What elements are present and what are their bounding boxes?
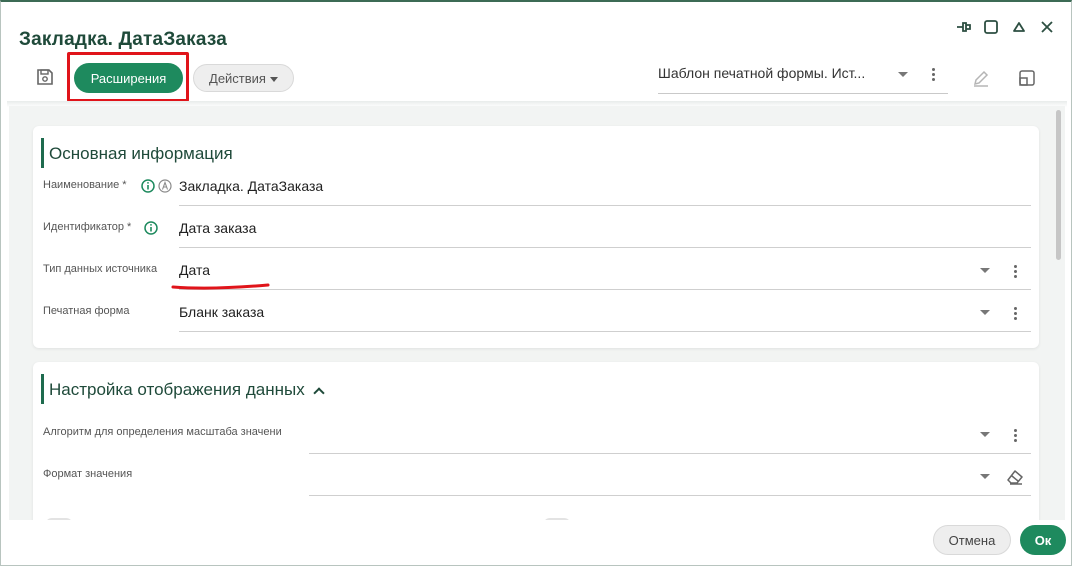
chevron-down-icon <box>269 76 278 82</box>
dialog-window: Закладка. ДатаЗаказа Расширения Действия… <box>0 0 1072 566</box>
print-template-value: Шаблон печатной формы. Ист... <box>658 65 866 81</box>
scale-algorithm-select[interactable] <box>309 416 1031 454</box>
dropdown-arrow-icon[interactable] <box>898 72 908 77</box>
more-menu-icon[interactable] <box>1010 263 1020 279</box>
field-label-name: Наименование * <box>43 179 127 191</box>
info-icon[interactable] <box>144 221 158 235</box>
collapse-icon[interactable] <box>1008 16 1030 38</box>
print-form-select[interactable]: Бланк заказа <box>179 294 1031 332</box>
actions-button-label: Действия <box>209 70 266 86</box>
form-content[interactable]: Основная информация Наименование * Заклад… <box>9 106 1065 520</box>
vertical-scrollbar[interactable] <box>1056 106 1062 516</box>
ok-button[interactable]: Ок <box>1020 525 1066 555</box>
dropdown-arrow-icon[interactable] <box>980 474 990 479</box>
cancel-button[interactable]: Отмена <box>933 525 1011 555</box>
section-title-main: Основная информация <box>49 144 233 163</box>
dropdown-arrow-icon[interactable] <box>980 268 990 273</box>
toggle-switch[interactable] <box>45 518 73 520</box>
source-type-select[interactable]: Дата <box>179 252 1031 290</box>
name-field-value: Закладка. ДатаЗаказа <box>179 178 324 194</box>
open-in-window-icon[interactable] <box>1013 64 1041 92</box>
auto-value-icon[interactable] <box>158 179 172 193</box>
template-menu-icon[interactable] <box>928 66 938 82</box>
source-type-value: Дата <box>179 262 211 278</box>
section-accent-bar <box>41 138 44 168</box>
field-label-identifier: Идентификатор * <box>43 221 132 233</box>
field-label-scale-algorithm: Алгоритм для определения масштаба значен… <box>43 426 282 438</box>
save-icon[interactable] <box>31 63 59 91</box>
identifier-field[interactable]: Дата заказа <box>179 210 1031 248</box>
info-icon[interactable] <box>141 179 155 193</box>
close-icon[interactable] <box>1036 16 1058 38</box>
name-field[interactable]: Закладка. ДатаЗаказа <box>179 168 1031 206</box>
more-menu-icon[interactable] <box>1010 427 1020 443</box>
section-accent-bar <box>41 374 44 404</box>
field-label-print-form: Печатная форма <box>43 305 130 317</box>
more-menu-icon[interactable] <box>1010 305 1020 321</box>
display-settings-card: Настройка отображения данных Алгоритм дл… <box>33 362 1039 520</box>
scrollbar-thumb[interactable] <box>1056 110 1061 260</box>
extensions-button[interactable]: Расширения <box>74 63 183 93</box>
dropdown-arrow-icon[interactable] <box>980 432 990 437</box>
maximize-icon[interactable] <box>980 16 1002 38</box>
eraser-icon[interactable] <box>1005 468 1025 486</box>
identifier-field-value: Дата заказа <box>179 220 257 236</box>
print-form-value: Бланк заказа <box>179 304 265 320</box>
actions-button[interactable]: Действия <box>193 64 294 92</box>
dialog-title: Закладка. ДатаЗаказа <box>19 29 228 50</box>
field-label-value-format: Формат значения <box>43 468 133 480</box>
edit-icon[interactable] <box>967 64 995 92</box>
field-label-source-type: Тип данных источника <box>43 263 158 275</box>
print-template-select[interactable]: Шаблон печатной формы. Ист... <box>658 58 948 94</box>
toggle-switch[interactable] <box>543 518 571 520</box>
pin-icon[interactable] <box>953 16 975 38</box>
value-format-select[interactable] <box>309 458 1031 496</box>
chevron-up-icon[interactable] <box>313 387 325 399</box>
section-title-display: Настройка отображения данных <box>49 380 325 400</box>
dropdown-arrow-icon[interactable] <box>980 310 990 315</box>
main-info-card: Основная информация Наименование * Заклад… <box>33 126 1039 348</box>
